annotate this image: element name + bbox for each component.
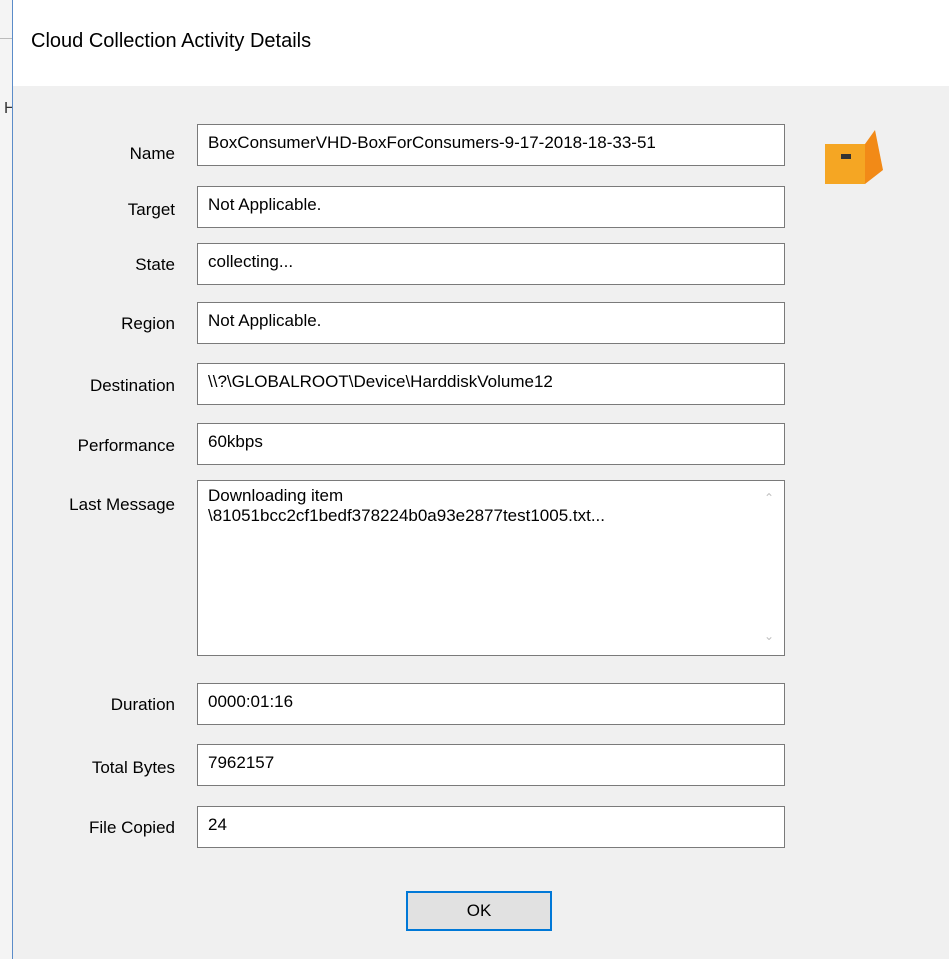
dialog-titlebar: Cloud Collection Activity Details bbox=[13, 0, 949, 86]
last-message-text: Downloading item \81051bcc2cf1bedf378224… bbox=[208, 486, 606, 525]
name-field[interactable]: BoxConsumerVHD-BoxForConsumers-9-17-2018… bbox=[197, 124, 785, 166]
performance-label: Performance bbox=[77, 436, 175, 455]
file-copied-field[interactable]: 24 bbox=[197, 806, 785, 848]
background-divider bbox=[0, 38, 12, 39]
scroll-down-arrow-icon[interactable]: ⌄ bbox=[760, 629, 778, 647]
activity-details-dialog: Cloud Collection Activity Details Name B… bbox=[12, 0, 949, 959]
ok-button[interactable]: OK bbox=[406, 891, 552, 931]
target-label: Target bbox=[127, 200, 175, 219]
total-bytes-field[interactable]: 7962157 bbox=[197, 744, 785, 786]
state-field[interactable]: collecting... bbox=[197, 243, 785, 285]
dialog-title: Cloud Collection Activity Details bbox=[31, 30, 312, 52]
region-label: Region bbox=[121, 314, 175, 333]
last-message-textarea[interactable]: Downloading item \81051bcc2cf1bedf378224… bbox=[197, 480, 785, 656]
performance-field[interactable]: 60kbps bbox=[197, 423, 785, 465]
target-field[interactable]: Not Applicable. bbox=[197, 186, 785, 228]
total-bytes-label: Total Bytes bbox=[91, 758, 175, 777]
box-logo-icon bbox=[825, 130, 883, 184]
scroll-up-arrow-icon[interactable]: ⌃ bbox=[760, 491, 778, 509]
destination-field[interactable]: \\?\GLOBALROOT\Device\HarddiskVolume12 bbox=[197, 363, 785, 405]
destination-label: Destination bbox=[89, 376, 175, 395]
region-field[interactable]: Not Applicable. bbox=[197, 302, 785, 344]
duration-field[interactable]: 0000:01:16 bbox=[197, 683, 785, 725]
duration-label: Duration bbox=[110, 695, 175, 714]
background-window-edge: H bbox=[0, 0, 16, 959]
file-copied-label: File Copied bbox=[89, 818, 175, 837]
state-label: State bbox=[135, 255, 175, 274]
name-label: Name bbox=[129, 144, 175, 163]
last-message-label: Last Message bbox=[69, 495, 175, 514]
